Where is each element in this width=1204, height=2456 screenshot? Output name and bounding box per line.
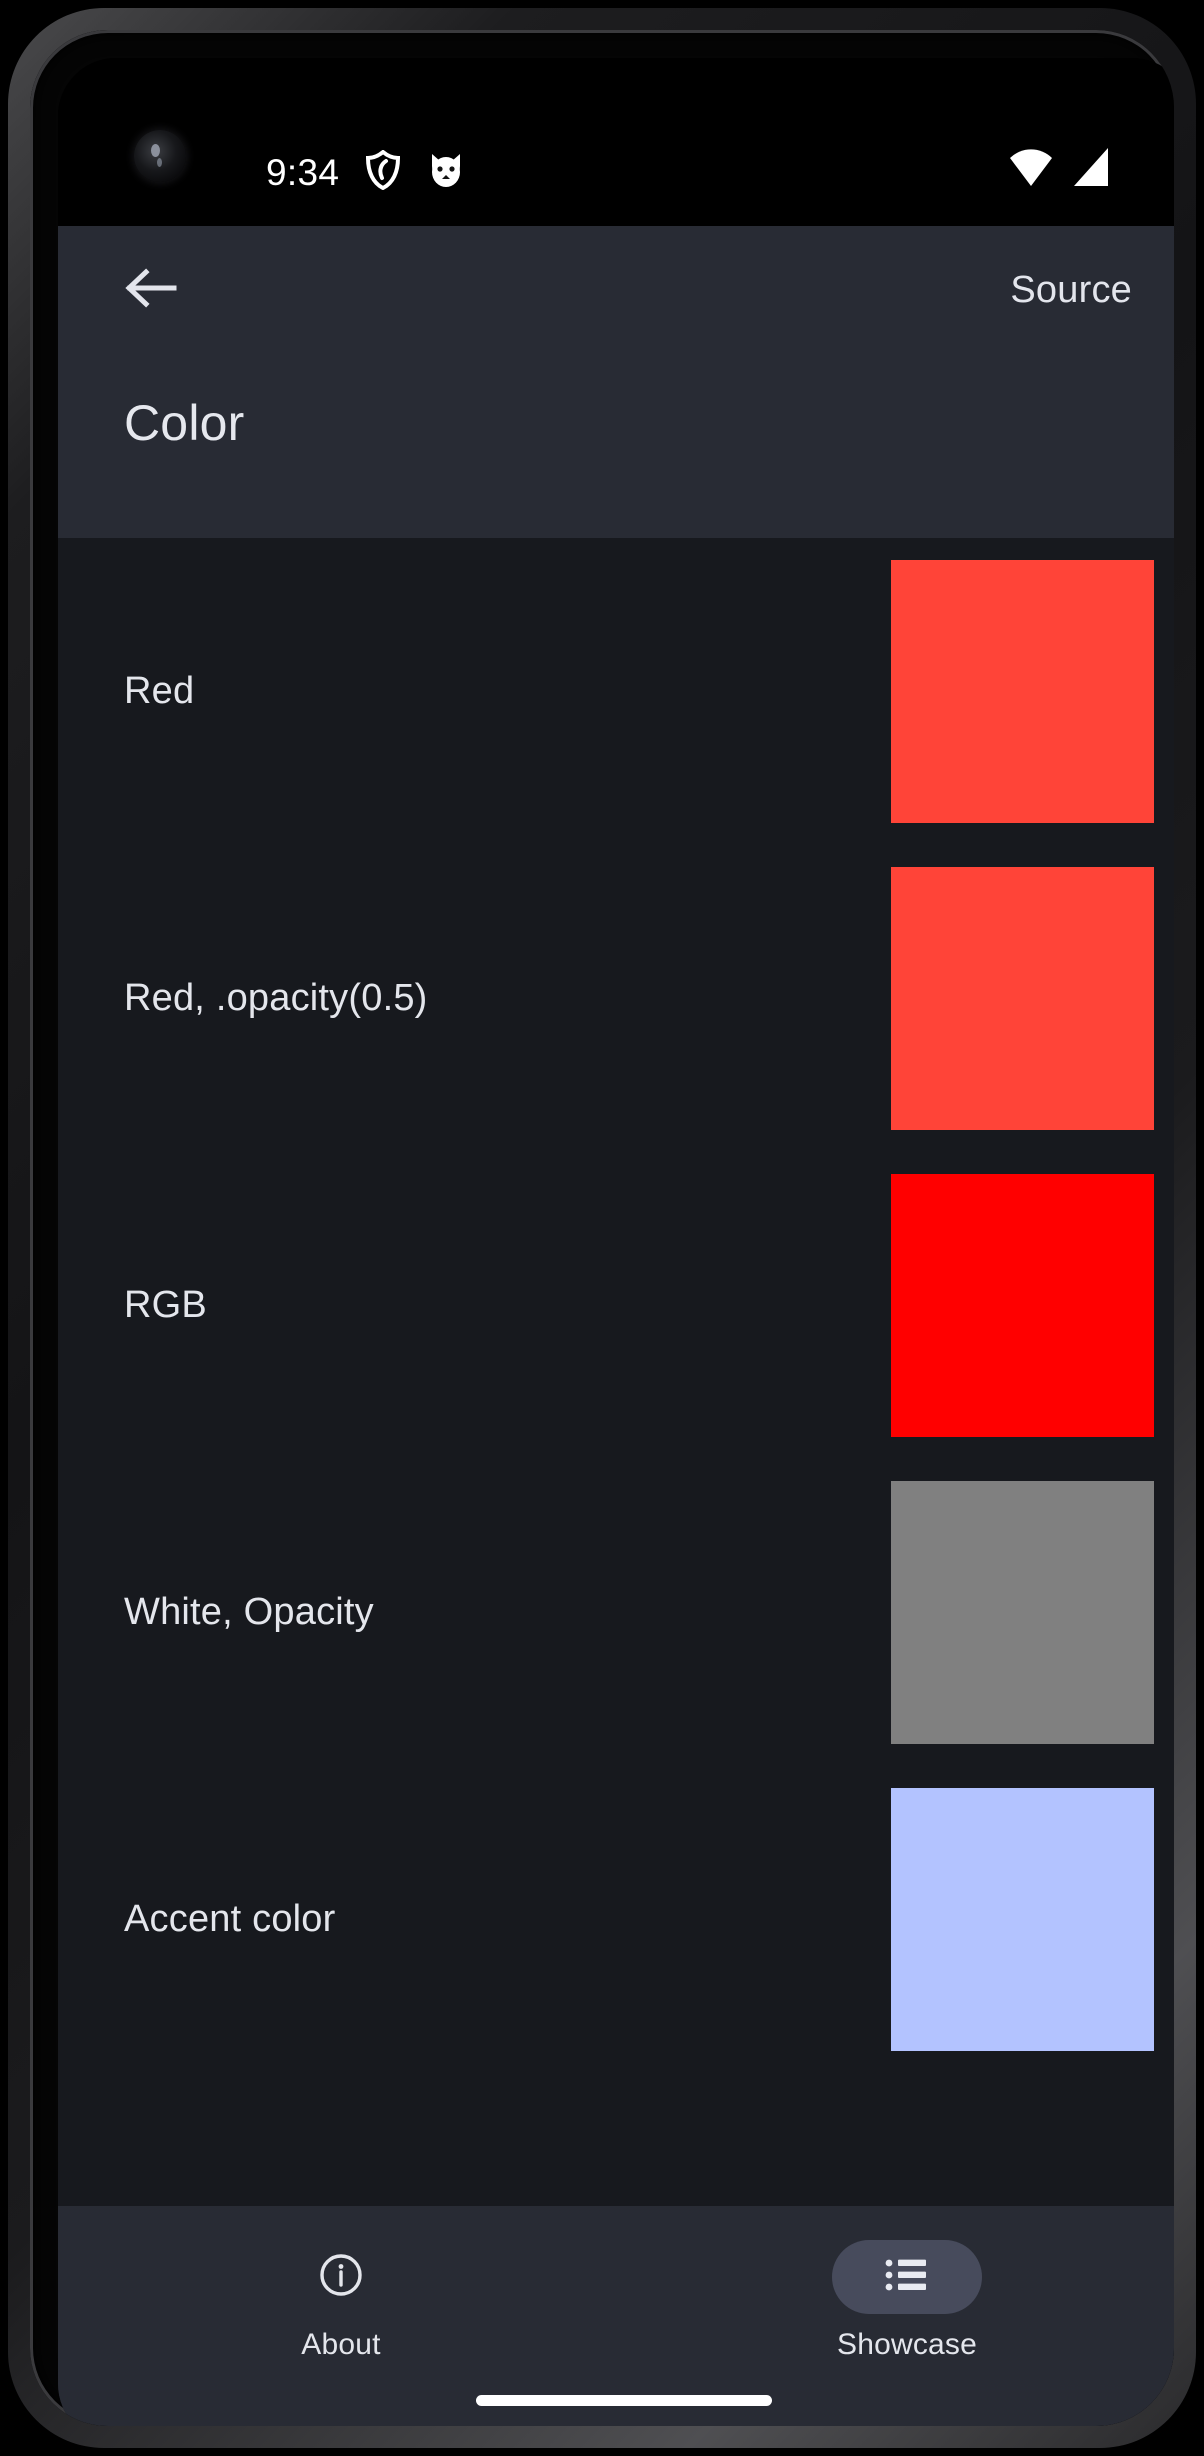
page-title: Color [124, 395, 245, 451]
color-swatch [891, 560, 1154, 823]
color-swatch [891, 1174, 1154, 1437]
color-swatch [891, 1481, 1154, 1744]
list-item-label: Accent color [124, 1898, 336, 1940]
list-item[interactable]: Red, .opacity(0.5) [58, 845, 1174, 1152]
wifi-icon [1008, 148, 1054, 191]
status-bar: 9:34 [58, 58, 1174, 226]
shield-icon [365, 149, 401, 195]
back-button[interactable] [118, 257, 184, 323]
list-item-label: White, Opacity [124, 1591, 374, 1633]
info-circle-icon [317, 2251, 365, 2304]
app-bar: Source Color [58, 226, 1174, 538]
app-root: Source Color Red Red, .opacity(0.5) RGB … [58, 226, 1174, 2426]
color-list[interactable]: Red Red, .opacity(0.5) RGB White, Opacit… [58, 538, 1174, 2206]
source-button[interactable]: Source [996, 261, 1146, 320]
app-bar-actions-row: Source [58, 226, 1174, 354]
nav-label-showcase: Showcase [836, 2328, 977, 2361]
phone-bezel: 9:34 Source Color Red Red, .opacity(0.5)… [30, 30, 1174, 2426]
nav-pill-about [266, 2240, 416, 2314]
nav-item-about[interactable]: About [191, 2240, 491, 2362]
list-item[interactable]: White, Opacity [58, 1459, 1174, 1766]
phone-screen: 9:34 Source Color Red Red, .opacity(0.5)… [58, 58, 1174, 2426]
list-item-label: Red, .opacity(0.5) [124, 977, 428, 1019]
list-item[interactable]: RGB [58, 1152, 1174, 1459]
bottom-navigation-bar: About Showcase [58, 2206, 1174, 2426]
cellular-signal-icon [1068, 148, 1110, 191]
list-item-label: RGB [124, 1284, 207, 1326]
color-swatch [891, 867, 1154, 1130]
list-item[interactable]: Red [58, 538, 1174, 845]
front-camera-icon [134, 130, 186, 182]
list-item-label: Red [124, 670, 195, 712]
nav-item-showcase[interactable]: Showcase [757, 2240, 1057, 2362]
gesture-home-indicator[interactable] [476, 2395, 772, 2406]
list-bullet-icon [884, 2255, 930, 2300]
nav-pill-showcase [832, 2240, 982, 2314]
status-bar-right-cluster [1008, 148, 1110, 191]
phone-frame: 9:34 Source Color Red Red, .opacity(0.5)… [8, 8, 1196, 2448]
status-bar-clock: 9:34 [266, 151, 340, 193]
color-swatch [891, 1788, 1154, 2051]
status-bar-left-cluster: 9:34 [266, 149, 465, 195]
back-arrow-icon [124, 265, 178, 316]
cat-face-icon [427, 150, 465, 195]
nav-label-about: About [301, 2328, 381, 2361]
list-item[interactable]: Accent color [58, 1766, 1174, 2073]
